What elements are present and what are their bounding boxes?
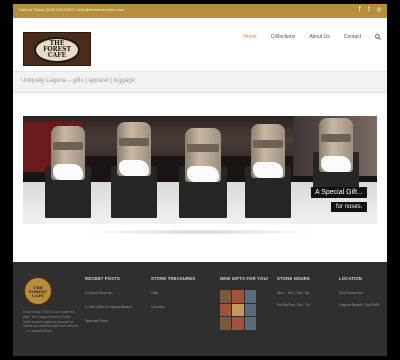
- footer-column-store-hours: STORE HOURS Mon - Thu | 10a - 6p Fri/Sat…: [277, 276, 310, 307]
- address-line: Laguna Beach, CA 92651: [339, 303, 380, 307]
- gift-photo[interactable]: [232, 317, 244, 330]
- footer-link[interactable]: A Joy at Shop at...: [85, 291, 132, 295]
- gift-photo[interactable]: [232, 303, 244, 317]
- gift-photo[interactable]: [220, 290, 232, 303]
- footer-heading: STORE TREASURES: [151, 276, 196, 281]
- footer-logo[interactable]: THE FOREST CAFE: [23, 276, 53, 306]
- footer-column-store-treasures: STORE TREASURES Gifts Luxuries: [151, 276, 195, 309]
- footer-logo-text: THE FOREST CAFE: [28, 285, 48, 298]
- main-nav: Home Collections About Us Contact: [243, 34, 381, 42]
- site-logo[interactable]: THE FOREST CAFE: [23, 32, 91, 66]
- twitter-icon[interactable]: t: [368, 6, 370, 14]
- footer-link[interactable]: Luxuries: [151, 305, 195, 309]
- logo-text: THE FOREST CAFE: [43, 40, 71, 59]
- moai-tissue-holder: [245, 124, 291, 218]
- hero-caption-2: for noses.: [331, 202, 368, 212]
- page-tagline: Uniquely Laguna – gifts | apparel | lugg…: [21, 78, 135, 84]
- footer-link[interactable]: Specials Store: [85, 319, 132, 323]
- footer-about-text: Enjoy today. THAT is our business plan! …: [23, 310, 79, 334]
- gift-photo[interactable]: [244, 317, 256, 330]
- gift-photo[interactable]: [244, 303, 256, 317]
- nav-item-home[interactable]: Home: [243, 34, 256, 42]
- footer-link[interactable]: A Year Gets in Laguna Beach: [85, 305, 132, 309]
- top-bar: Call Us Today! (949) 494-9667 | hello@th…: [13, 4, 387, 18]
- tagline-band: Uniquely Laguna – gifts | apparel | lugg…: [13, 71, 387, 93]
- footer-heading: RECENT POSTS: [85, 276, 120, 281]
- footer-heading: LOCATION: [339, 276, 363, 281]
- footer-link[interactable]: Gifts: [151, 291, 195, 295]
- hero-caption-1: A Special Gift...: [311, 187, 367, 198]
- footer-heading: NEW GIFTS FOR YOU!: [220, 276, 269, 281]
- gift-photo[interactable]: [232, 290, 244, 303]
- hero-slider[interactable]: A Special Gift... for noses.: [23, 116, 377, 224]
- nav-item-collections[interactable]: Collections: [271, 34, 295, 42]
- store-hours-line: Mon - Thu | 10a - 6p: [277, 291, 310, 295]
- gift-photo[interactable]: [220, 317, 232, 330]
- store-hours-line: Fri/Sat/Sun 10a - 7p: [277, 303, 310, 307]
- footer-column-location: LOCATION 264 Forest Ave Laguna Beach, CA…: [339, 276, 380, 307]
- footer-heading: STORE HOURS: [277, 276, 310, 281]
- facebook-icon[interactable]: f: [359, 6, 361, 14]
- moai-tissue-holder: [313, 118, 359, 188]
- footer-column-new-gifts: NEW GIFTS FOR YOU!: [220, 276, 268, 281]
- gift-photo[interactable]: [220, 303, 232, 317]
- gift-photo[interactable]: [244, 290, 256, 303]
- site-footer: THE FOREST CAFE Enjoy today. THAT is our…: [13, 262, 387, 356]
- search-icon[interactable]: [375, 34, 381, 42]
- moai-tissue-holder: [179, 128, 227, 218]
- footer-column-recent-posts: RECENT POSTS A Joy at Shop at... A Year …: [85, 276, 132, 323]
- nav-item-contact[interactable]: Contact: [344, 34, 361, 42]
- moai-tissue-holder: [111, 122, 157, 218]
- pinterest-icon[interactable]: p: [377, 6, 381, 14]
- social-links: f t p: [359, 6, 381, 14]
- footer-photo-grid[interactable]: [220, 290, 256, 330]
- topbar-contact: Call Us Today! (949) 494-9667 | hello@th…: [19, 7, 125, 12]
- moai-tissue-holder: [45, 126, 91, 218]
- hero-shadow: [83, 229, 317, 235]
- address-line: 264 Forest Ave: [339, 291, 364, 295]
- browser-page: Call Us Today! (949) 494-9667 | hello@th…: [13, 4, 387, 356]
- nav-item-about-us[interactable]: About Us: [309, 34, 330, 42]
